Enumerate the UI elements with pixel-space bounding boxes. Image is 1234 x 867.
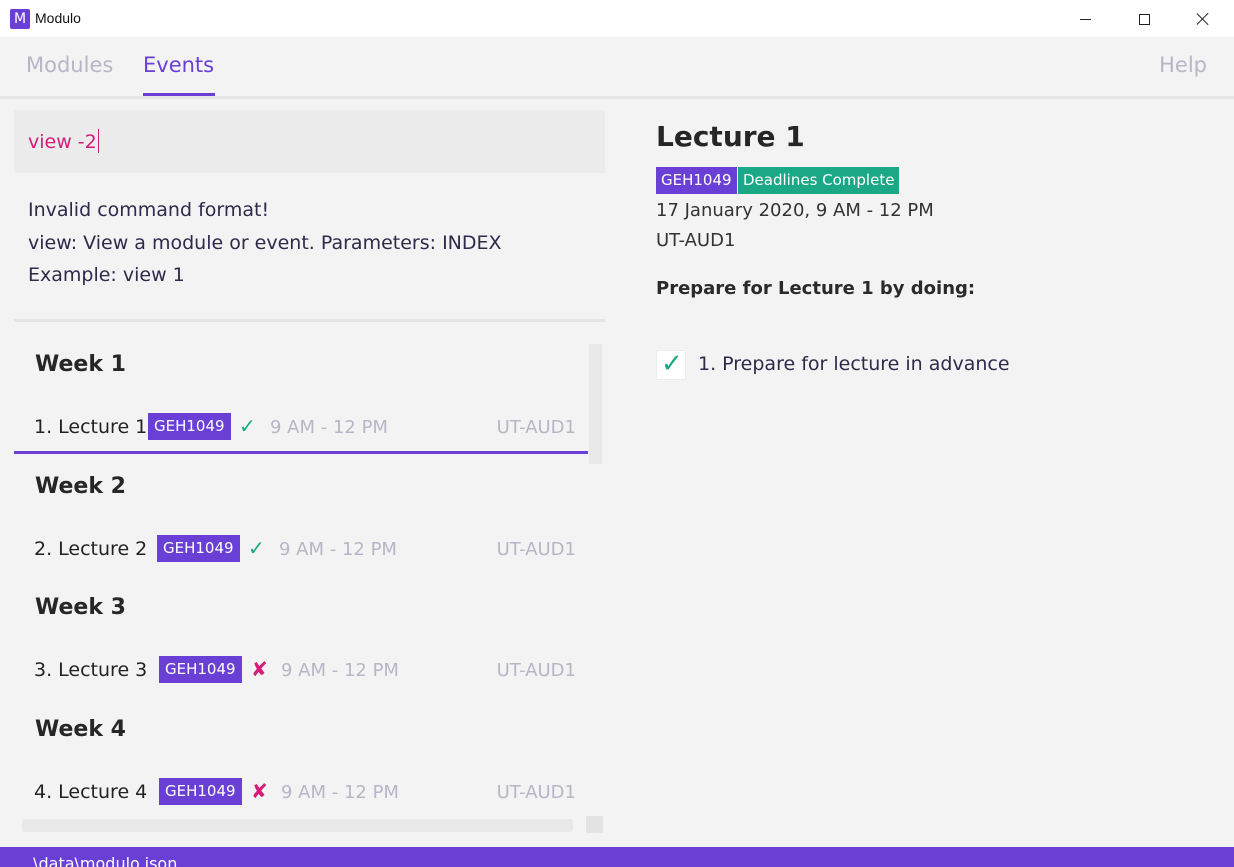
scroll-corner bbox=[586, 816, 603, 833]
event-row[interactable]: 2. Lecture 2 GEH1049 ✓ 9 AM - 12 PM UT-A… bbox=[14, 526, 588, 576]
minimize-button[interactable] bbox=[1056, 0, 1114, 38]
title-bar: M Modulo bbox=[0, 0, 1234, 38]
cross-icon: ✘ bbox=[251, 779, 268, 803]
event-title: 2. Lecture 2 bbox=[34, 538, 148, 560]
event-datetime: 17 January 2020, 9 AM - 12 PM bbox=[656, 200, 934, 221]
event-location: UT-AUD1 bbox=[496, 782, 576, 803]
status-badge: Deadlines Complete bbox=[738, 167, 900, 194]
prepare-label: Prepare for Lecture 1 by doing: bbox=[656, 278, 976, 299]
text-caret bbox=[97, 129, 100, 153]
event-title: 4. Lecture 4 bbox=[34, 781, 148, 803]
event-location: UT-AUD1 bbox=[496, 660, 576, 681]
command-input[interactable]: view -2 bbox=[14, 110, 605, 173]
minimize-icon bbox=[1079, 18, 1091, 20]
event-row[interactable]: 3. Lecture 3 GEH1049 ✘ 9 AM - 12 PM UT-A… bbox=[14, 647, 588, 697]
event-location: UT-AUD1 bbox=[496, 539, 576, 560]
event-location: UT-AUD1 bbox=[656, 230, 736, 251]
module-tag: GEH1049 bbox=[159, 778, 242, 805]
maximize-icon bbox=[1138, 13, 1150, 25]
command-value: view -2 bbox=[28, 131, 97, 153]
module-tag: GEH1049 bbox=[148, 413, 231, 440]
command-input-text: view -2 bbox=[28, 129, 100, 153]
module-tag: GEH1049 bbox=[656, 167, 737, 194]
week-header: Week 3 bbox=[35, 595, 126, 620]
status-bar: .\data\modulo.json bbox=[0, 847, 1234, 867]
divider bbox=[14, 319, 605, 322]
event-title: 3. Lecture 3 bbox=[34, 659, 148, 681]
event-row[interactable]: 4. Lecture 4 GEH1049 ✘ 9 AM - 12 PM UT-A… bbox=[14, 769, 588, 819]
close-icon bbox=[1196, 12, 1210, 26]
module-tag: GEH1049 bbox=[157, 535, 240, 562]
event-time: 9 AM - 12 PM bbox=[281, 660, 399, 681]
tab-bar: Modules Events Help bbox=[0, 38, 1234, 99]
close-button[interactable] bbox=[1174, 0, 1232, 38]
event-list[interactable]: Week 1 1. Lecture 1 GEH1049 ✓ 9 AM - 12 … bbox=[14, 340, 605, 840]
app-logo-icon: M bbox=[10, 9, 30, 29]
vertical-scrollbar[interactable] bbox=[589, 344, 602, 464]
result-display: Invalid command format! view: View a mod… bbox=[28, 194, 598, 292]
week-header: Week 2 bbox=[35, 474, 126, 499]
event-row[interactable]: 1. Lecture 1 GEH1049 ✓ 9 AM - 12 PM UT-A… bbox=[14, 404, 588, 454]
check-icon: ✓ bbox=[248, 536, 265, 560]
event-time: 9 AM - 12 PM bbox=[281, 782, 399, 803]
data-file-path: .\data\modulo.json bbox=[28, 854, 178, 867]
result-line: Example: view 1 bbox=[28, 264, 185, 286]
maximize-button[interactable] bbox=[1115, 0, 1173, 38]
help-menu[interactable]: Help bbox=[1159, 53, 1207, 77]
deadline-label: 1. Prepare for lecture in advance bbox=[698, 353, 1010, 375]
result-line: Invalid command format! bbox=[28, 199, 270, 221]
week-header: Week 1 bbox=[35, 352, 126, 377]
event-time: 9 AM - 12 PM bbox=[270, 417, 388, 438]
tab-modules[interactable]: Modules bbox=[26, 53, 113, 77]
tab-events[interactable]: Events bbox=[143, 53, 214, 77]
module-tag: GEH1049 bbox=[159, 656, 242, 683]
result-line: view: View a module or event. Parameters… bbox=[28, 231, 502, 254]
deadline-checkbox[interactable]: ✓ bbox=[656, 349, 686, 380]
event-title: 1. Lecture 1 bbox=[34, 416, 148, 438]
active-tab-indicator bbox=[143, 93, 215, 96]
window-title: Modulo bbox=[35, 10, 81, 26]
week-header: Week 4 bbox=[35, 717, 126, 742]
cross-icon: ✘ bbox=[251, 657, 268, 681]
check-icon: ✓ bbox=[661, 349, 683, 379]
check-icon: ✓ bbox=[239, 414, 256, 438]
horizontal-scrollbar[interactable] bbox=[22, 819, 573, 832]
event-location: UT-AUD1 bbox=[496, 417, 576, 438]
event-time: 9 AM - 12 PM bbox=[279, 539, 397, 560]
event-detail-title: Lecture 1 bbox=[656, 120, 805, 153]
